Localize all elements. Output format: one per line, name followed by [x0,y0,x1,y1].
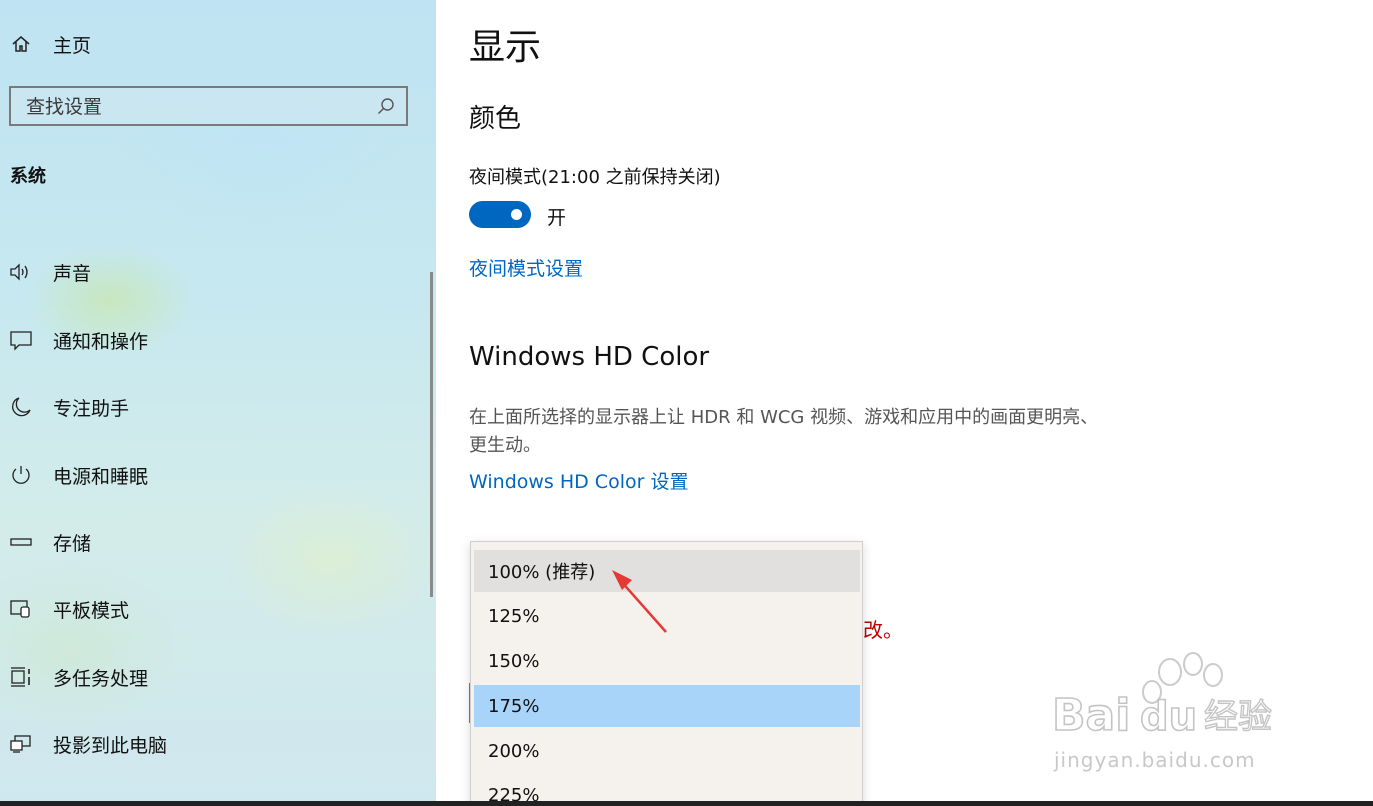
sidebar-item-label: 电源和睡眠 [53,465,149,488]
sidebar-item-storage[interactable]: 存储 [8,524,418,560]
project-icon [8,731,34,757]
toggle-knob [511,209,522,220]
home-nav-item[interactable]: 主页 [10,30,91,58]
settings-sidebar: 主页 系统 声音 通知和操作 专注助手 电源和睡眠 存储 [0,0,436,806]
sidebar-item-label: 存储 [53,532,92,555]
moon-icon [8,394,34,420]
sidebar-item-focus-assist[interactable]: 专注助手 [8,389,418,425]
home-icon [10,33,32,55]
night-mode-toggle[interactable] [469,201,531,228]
storage-icon [8,529,34,555]
night-mode-toggle-state: 开 [547,207,567,229]
power-icon [8,462,34,488]
home-label: 主页 [53,34,92,57]
sidebar-item-project[interactable]: 投影到此电脑 [8,726,418,762]
sidebar-item-sound[interactable]: 声音 [8,254,418,290]
sidebar-scrollbar[interactable] [430,272,433,597]
sidebar-item-label: 投影到此电脑 [53,734,168,757]
restart-warning-text: 改。 [863,618,903,642]
sidebar-item-label: 平板模式 [53,599,130,622]
sidebar-item-label: 多任务处理 [53,667,149,690]
scale-option-175[interactable]: 175% [474,685,860,727]
sidebar-item-power-sleep[interactable]: 电源和睡眠 [8,457,418,493]
sidebar-item-label: 声音 [53,262,92,285]
search-icon[interactable] [376,96,396,116]
sidebar-item-multitasking[interactable]: 多任务处理 [8,659,418,695]
display-settings-page: 显示 颜色 夜间模式(21:00 之前保持关闭) 开 夜间模式设置 Window… [436,0,1373,806]
sidebar-item-label: 专注助手 [53,397,130,420]
notification-icon [8,327,34,353]
hd-color-description: 在上面所选择的显示器上让 HDR 和 WCG 视频、游戏和应用中的画面更明亮、更… [469,407,1099,456]
speaker-icon [8,259,34,285]
sidebar-item-notifications[interactable]: 通知和操作 [8,322,418,358]
watermark-url: jingyan.baidu.com [1054,748,1256,772]
color-heading: 颜色 [469,104,522,134]
sidebar-item-tablet-mode[interactable]: 平板模式 [8,591,418,627]
section-title: 系统 [10,166,46,187]
search-input[interactable] [11,88,368,126]
bottom-border [0,801,1373,806]
sidebar-item-label: 通知和操作 [53,330,149,353]
tablet-mode-icon [8,596,34,622]
scale-option-200[interactable]: 200% [474,730,860,772]
scale-option-150[interactable]: 150% [474,640,860,682]
page-title: 显示 [469,27,542,68]
hd-color-heading: Windows HD Color [469,342,710,372]
annotation-arrow [612,570,667,633]
search-box [9,86,408,126]
multitasking-icon [8,664,34,690]
night-mode-settings-link[interactable]: 夜间模式设置 [469,254,583,281]
night-mode-label: 夜间模式(21:00 之前保持关闭) [469,167,721,188]
hd-color-settings-link[interactable]: Windows HD Color 设置 [469,467,688,494]
